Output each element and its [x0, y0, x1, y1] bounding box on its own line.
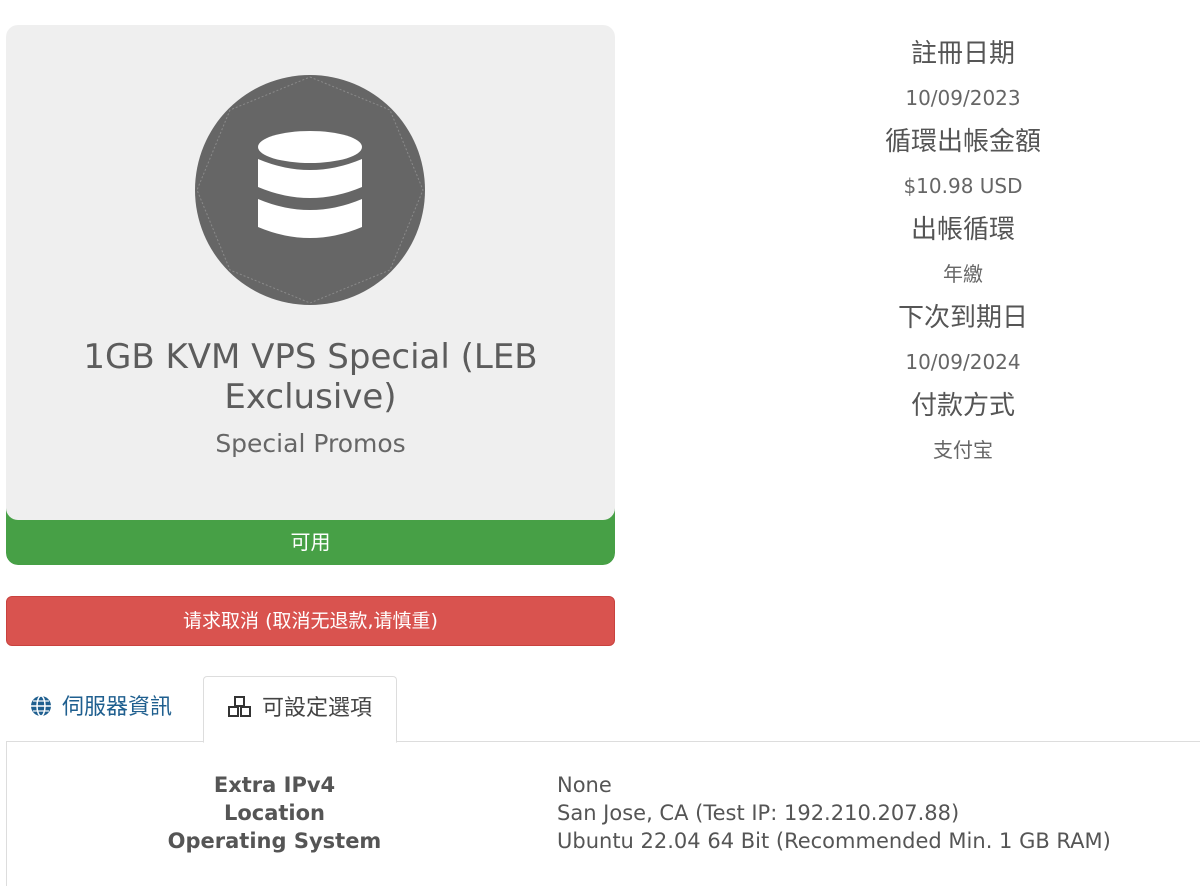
config-row: Location San Jose, CA (Test IP: 192.210.…: [7, 799, 1200, 827]
cubes-icon: [227, 696, 251, 717]
next-due-date-label: 下次到期日: [897, 303, 1028, 333]
status-label: 可用: [290, 530, 331, 554]
product-group: Special Promos: [215, 429, 406, 458]
tab-server-info[interactable]: 伺服器資訊: [30, 676, 172, 740]
registration-date-label: 註冊日期: [910, 39, 1015, 69]
status-badge: 可用: [6, 508, 615, 565]
payment-method-value: 支付宝: [933, 438, 993, 462]
config-row: Extra IPv4 None: [7, 771, 1200, 799]
next-due-date-value: 10/09/2024: [905, 350, 1021, 374]
config-key: Operating System: [167, 829, 382, 853]
recurring-amount-label: 循環出帳金額: [884, 127, 1041, 157]
config-key: Extra IPv4: [213, 773, 336, 797]
config-key: Location: [223, 801, 326, 825]
billing-cycle-value: 年繳: [943, 262, 983, 286]
product-name: 1GB KVM VPS Special (LEB Exclusive): [83, 337, 538, 417]
config-value: Ubuntu 22.04 64 Bit (Recommended Min. 1 …: [557, 829, 1111, 853]
tab-server-info-label: 伺服器資訊: [62, 695, 173, 720]
request-cancellation-button[interactable]: 请求取消 (取消无退款,请慎重): [6, 596, 615, 646]
globe-icon: [31, 695, 51, 717]
product-card: 1GB KVM VPS Special (LEB Exclusive) Spec…: [6, 25, 615, 565]
recurring-amount-value: $10.98 USD: [903, 174, 1023, 198]
tab-bar: 伺服器資訊 可設定選項: [6, 676, 1200, 743]
tab-configurable-options-label: 可設定選項: [261, 696, 372, 721]
billing-info: 註冊日期 10/09/2023 循環出帳金額 $10.98 USD 出帳循環 年…: [845, 36, 1081, 476]
registration-date-value: 10/09/2023: [905, 86, 1021, 110]
tab-configurable-options[interactable]: 可設定選項: [203, 676, 397, 743]
billing-cycle-label: 出帳循環: [910, 215, 1015, 245]
database-icon: [195, 75, 425, 305]
config-value: San Jose, CA (Test IP: 192.210.207.88): [557, 801, 960, 825]
configurable-options-panel: Extra IPv4 None Location San Jose, CA (T…: [6, 741, 1200, 886]
config-value: None: [557, 773, 612, 797]
payment-method-label: 付款方式: [910, 391, 1015, 421]
config-row: Operating System Ubuntu 22.04 64 Bit (Re…: [7, 827, 1200, 855]
